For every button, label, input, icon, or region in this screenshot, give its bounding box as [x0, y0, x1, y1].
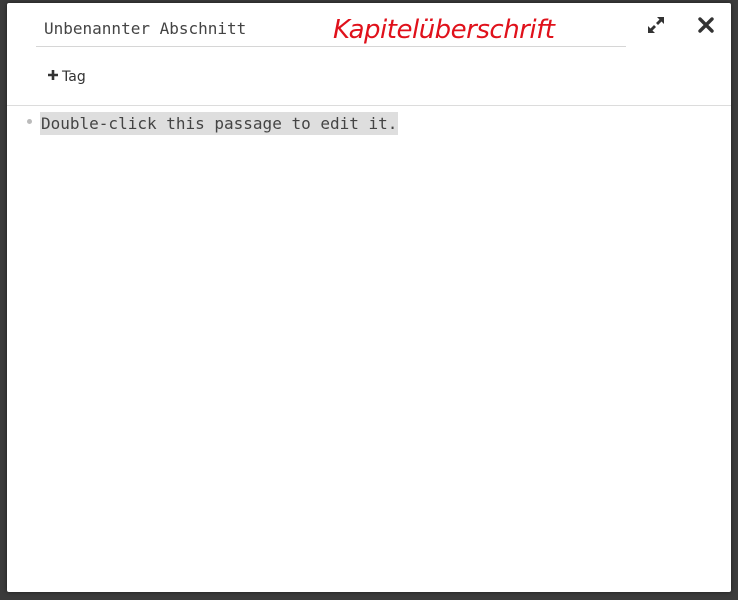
- expand-arrows-icon: [647, 16, 665, 38]
- dialog-header: Kapitelüberschrift: [7, 3, 731, 53]
- line-bullet: [27, 119, 32, 124]
- expand-button[interactable]: [643, 14, 669, 40]
- add-tag-button[interactable]: Tag: [47, 69, 86, 85]
- passage-edit-dialog: Kapitelüberschrift T: [7, 3, 731, 592]
- add-tag-label: Tag: [62, 69, 86, 85]
- passage-editor[interactable]: Double-click this passage to edit it.: [7, 106, 731, 592]
- tag-toolbar: Tag: [7, 57, 731, 106]
- chapter-heading-annotation: Kapitelüberschrift: [333, 15, 555, 45]
- passage-text[interactable]: Double-click this passage to edit it.: [40, 112, 399, 135]
- close-button[interactable]: [693, 14, 719, 40]
- plus-icon: [47, 69, 59, 85]
- close-x-icon: [698, 17, 714, 37]
